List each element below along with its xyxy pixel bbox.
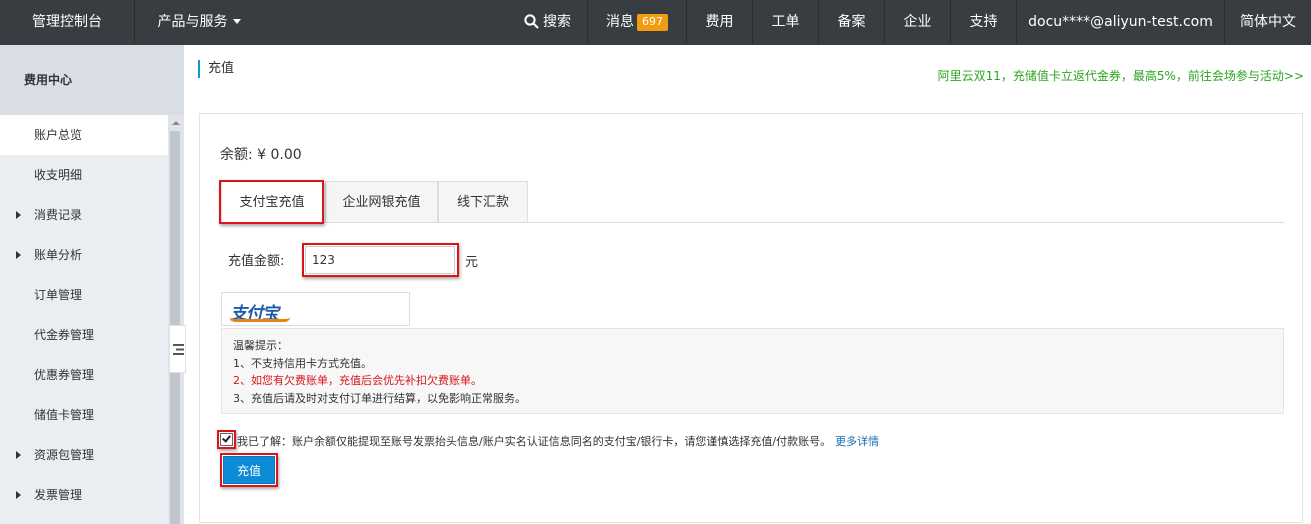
language-label: 简体中文 [1240,14,1296,30]
sidebar-item-account-overview[interactable]: 账户总览 [0,115,168,155]
sidebar-item-coupons[interactable]: 优惠券管理 [0,355,168,395]
messages-count-badge: 697 [637,14,668,31]
amount-unit: 元 [465,255,479,270]
chevron-right-icon [16,491,21,499]
account-label: docu****@aliyun-test.com [1028,14,1213,30]
enterprise-link[interactable]: 企业 [885,0,951,45]
search-button[interactable]: 搜索 [508,0,588,45]
fees-label: 费用 [705,14,734,30]
messages-link[interactable]: 消息 697 [588,0,687,45]
sidebar-item-resource-packs[interactable]: 资源包管理 [0,435,168,475]
chevron-right-icon [16,211,21,219]
caret-down-icon [232,19,241,24]
sidebar-item-orders[interactable]: 订单管理 [0,275,168,315]
search-label: 搜索 [543,14,571,30]
highlight-box [220,453,278,487]
enterprise-label: 企业 [903,14,932,30]
sidebar-item-label: 账单分析 [34,248,83,262]
sidebar-scrollbar[interactable] [168,115,184,524]
highlight-box [219,180,324,224]
filing-link[interactable]: 备案 [819,0,885,45]
tips-title: 温馨提示： [233,339,288,352]
tab-enterprise-bank[interactable]: 企业网银充值 [325,181,438,223]
amount-label: 充值金额: [228,254,285,269]
sidebar-item-label: 优惠券管理 [34,368,95,382]
tab-label: 企业网银充值 [342,195,421,210]
sidebar-item-label: 资源包管理 [34,448,95,462]
menu-collapse-icon [173,344,184,355]
brand-label: 管理控制台 [32,14,102,30]
language-switch[interactable]: 简体中文 [1225,0,1311,45]
promo-link[interactable]: 阿里云双11，充储值卡立返代金券，最高5%，前往会场参与活动>> [938,67,1304,84]
page-title: 充值 [198,60,234,78]
sidebar-item-stored-value-cards[interactable]: 储值卡管理 [0,395,168,435]
top-navbar: 管理控制台 产品与服务 搜索 消息 697 费用 工单 备案 企业 支持 docu… [0,0,1311,45]
sidebar-item-label: 账户总览 [34,128,83,142]
sidebar-item-label: 收支明细 [34,168,83,182]
scroll-up-icon[interactable] [172,121,180,125]
alipay-logo: 支付宝 [230,299,290,324]
console-home-link[interactable]: 管理控制台 [0,0,135,45]
sidebar-title: 费用中心 [0,45,184,115]
sidebar-collapse-toggle[interactable] [170,325,186,373]
sidebar-item-consumption[interactable]: 消费记录 [0,195,168,235]
tab-label: 线下汇款 [456,195,509,210]
fees-link[interactable]: 费用 [687,0,753,45]
products-label: 产品与服务 [157,14,228,30]
tip-line-warning: 2、如您有欠费账单，充值后会优先补扣欠费账单。 [233,374,482,387]
products-menu[interactable]: 产品与服务 [135,0,263,45]
sidebar: 费用中心 账户总览 收支明细 消费记录 账单分析 订单管理 代金券管理 优惠券管… [0,45,184,524]
chevron-right-icon [16,251,21,259]
sidebar-item-vouchers[interactable]: 代金券管理 [0,315,168,355]
support-link[interactable]: 支持 [951,0,1017,45]
tips-box: 温馨提示： 1、不支持信用卡方式充值。 2、如您有欠费账单，充值后会优先补扣欠费… [221,328,1284,414]
tip-line: 1、不支持信用卡方式充值。 [233,356,372,370]
sidebar-item-invoices[interactable]: 发票管理 [0,475,168,515]
sidebar-item-label: 消费记录 [34,208,83,222]
search-icon [524,3,539,48]
sidebar-item-bill-analysis[interactable]: 账单分析 [0,235,168,275]
sidebar-item-label: 订单管理 [34,288,83,302]
payment-method-alipay[interactable]: 支付宝 [221,292,410,326]
support-label: 支持 [969,14,998,30]
tip-line: 3、充值后请及时对支付订单进行结算，以免影响正常服务。 [233,391,526,405]
filing-label: 备案 [837,14,866,30]
logo-swoosh [230,317,290,322]
tickets-label: 工单 [771,14,800,30]
messages-label: 消息 [606,14,634,30]
balance-label: 余额: ¥ 0.00 [220,147,302,163]
sidebar-item-label: 储值卡管理 [34,408,95,422]
sidebar-item-label: 发票管理 [34,488,83,502]
agreement-text: 我已了解：账户余额仅能提现至账号发票抬头信息/账户实名认证信息同名的支付宝/银行… [237,433,879,449]
tab-offline-transfer[interactable]: 线下汇款 [438,181,528,223]
highlight-box [217,430,236,449]
highlight-box [302,243,459,277]
more-details-link[interactable]: 更多详情 [835,435,879,448]
tickets-link[interactable]: 工单 [753,0,819,45]
sidebar-item-transactions[interactable]: 收支明细 [0,155,168,195]
sidebar-item-label: 代金券管理 [34,328,95,342]
account-menu[interactable]: docu****@aliyun-test.com [1017,0,1225,45]
agreement-label: 我已了解：账户余额仅能提现至账号发票抬头信息/账户实名认证信息同名的支付宝/银行… [237,435,832,448]
chevron-right-icon [16,451,21,459]
